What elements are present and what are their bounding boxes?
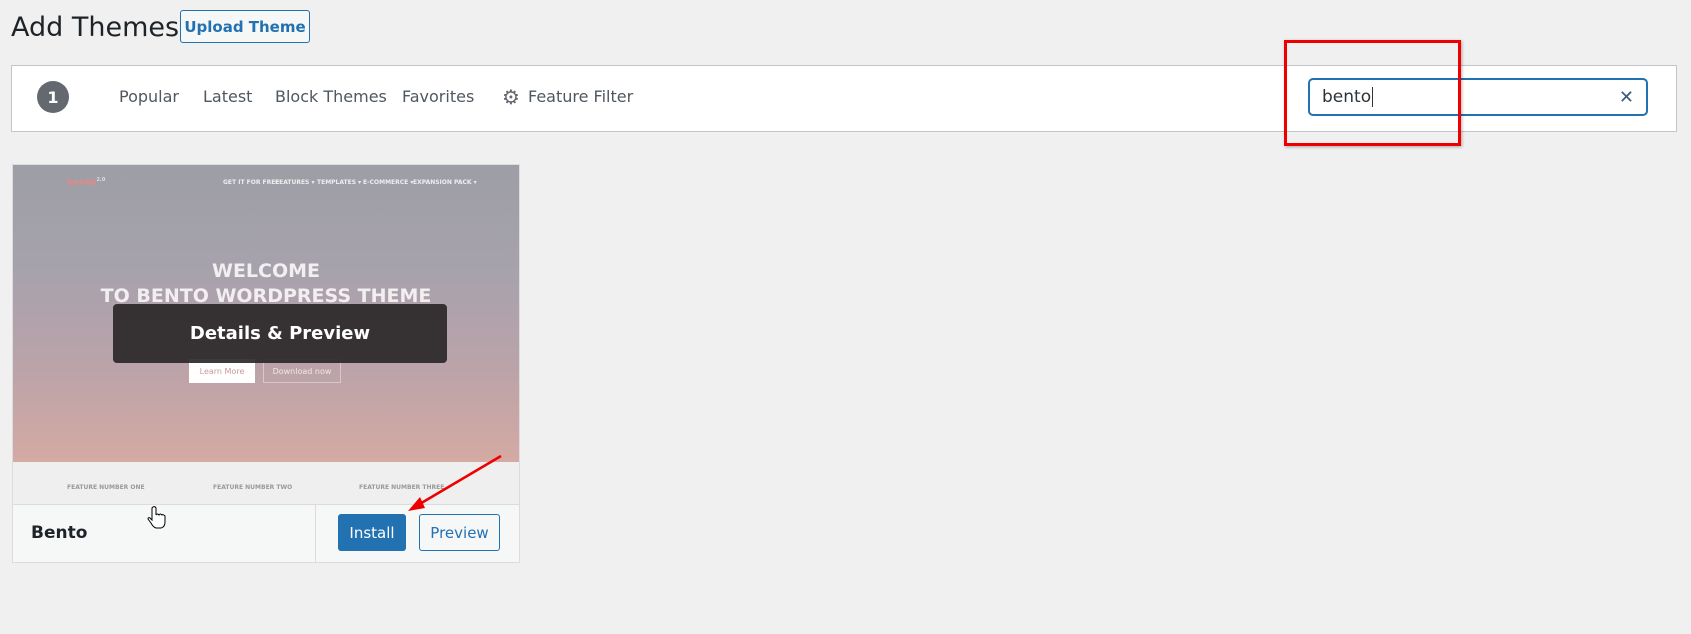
close-icon[interactable]: ✕ — [1619, 87, 1634, 108]
screenshot-nav-item: GET IT FOR FREE — [223, 179, 280, 186]
divider — [315, 505, 316, 562]
screenshot-nav-item: TEMPLATES ▾ — [317, 179, 362, 186]
screenshot-nav-item: EXPANSION PACK ▾ — [413, 179, 477, 186]
page-title: Add Themes — [11, 12, 180, 43]
annotation-highlight-box — [1284, 40, 1461, 146]
screenshot-heading: WELCOME — [211, 260, 321, 282]
screenshot-features-section: FEATURE NUMBER ONE FEATURE NUMBER TWO FE… — [13, 462, 519, 504]
theme-count-badge: 1 — [37, 81, 69, 113]
gear-icon[interactable]: ⚙ — [502, 86, 520, 108]
preview-button[interactable]: Preview — [419, 514, 500, 551]
theme-name: Bento — [31, 523, 88, 543]
screenshot-feature: FEATURE NUMBER THREE — [359, 484, 445, 491]
tab-popular[interactable]: Popular — [119, 86, 179, 108]
screenshot-logo-version: 2.0 — [96, 177, 106, 183]
screenshot-nav-item: E-COMMERCE ▾ — [363, 179, 414, 186]
theme-card[interactable]: bentō2.0 GET IT FOR FREE FEATURES ▾ TEMP… — [12, 164, 520, 563]
details-preview-overlay[interactable]: Details & Preview — [113, 304, 447, 363]
screenshot-feature: FEATURE NUMBER TWO — [213, 484, 293, 491]
upload-theme-button[interactable]: Upload Theme — [180, 10, 310, 43]
tab-latest[interactable]: Latest — [203, 86, 252, 108]
tab-favorites[interactable]: Favorites — [402, 86, 474, 108]
screenshot-feature: FEATURE NUMBER ONE — [67, 484, 145, 491]
tab-block-themes[interactable]: Block Themes — [275, 86, 387, 108]
screenshot-nav-item: FEATURES ▾ — [275, 179, 315, 186]
install-button[interactable]: Install — [338, 514, 406, 551]
screenshot-logo: bentō — [67, 178, 97, 188]
feature-filter-button[interactable]: Feature Filter — [528, 86, 633, 108]
